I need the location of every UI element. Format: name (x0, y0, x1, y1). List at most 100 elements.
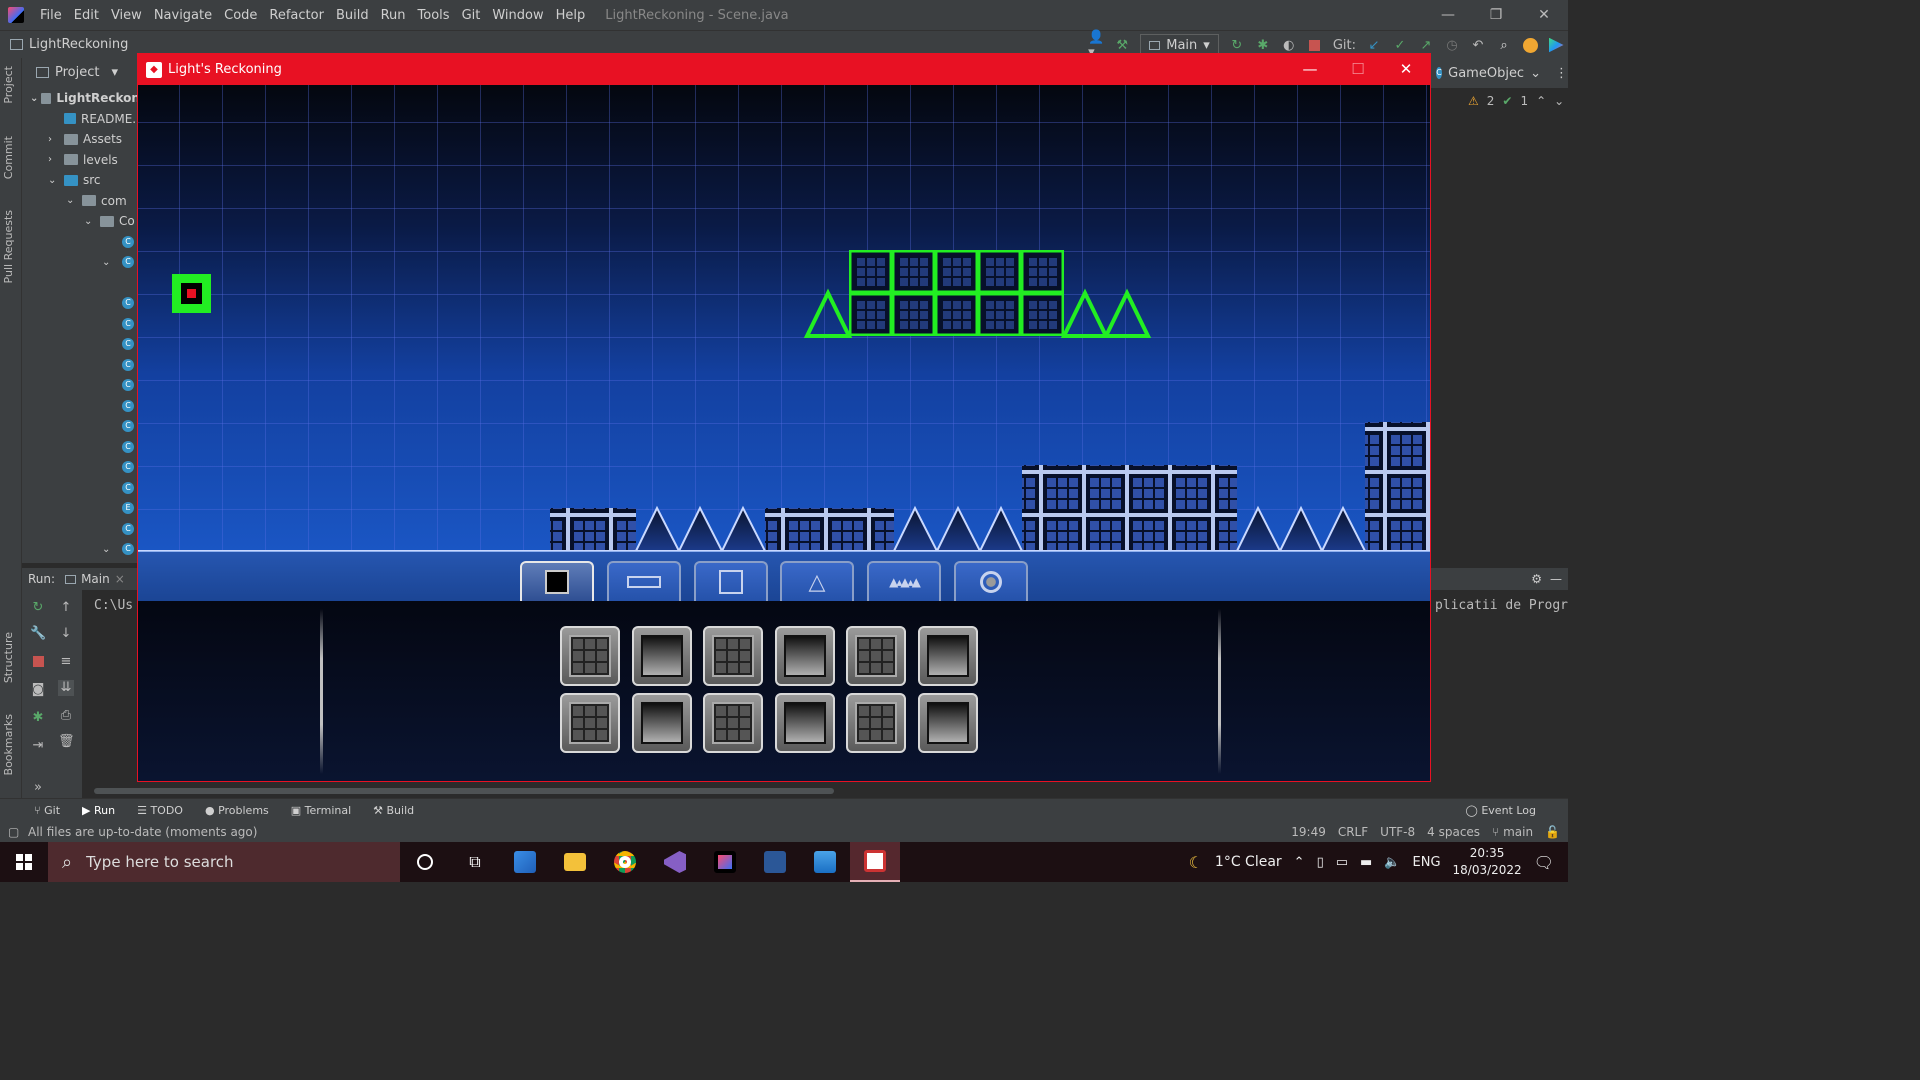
scroll-end-icon[interactable]: ⇊ (58, 680, 74, 696)
update-icon[interactable] (1522, 37, 1538, 53)
arrow-down-icon[interactable]: ↓ (58, 626, 74, 642)
menu-view[interactable]: View (105, 8, 148, 23)
game-maximize-button[interactable]: ☐ (1334, 54, 1382, 85)
menu-refactor[interactable]: Refactor (263, 8, 330, 23)
tree-item-class[interactable]: C (22, 293, 140, 314)
layout-icon[interactable]: ▢ (8, 825, 19, 839)
clock[interactable]: 20:35 18/03/2022 (1453, 845, 1522, 879)
taskbar-search[interactable]: ⌕ Type here to search (48, 842, 400, 882)
tree-item-class[interactable]: C (22, 232, 140, 253)
tab-todo[interactable]: ☰ TODO (137, 804, 183, 817)
tree-item-class[interactable] (22, 273, 140, 294)
print-icon[interactable]: ⎙ (58, 708, 74, 724)
tab-commit[interactable]: Commit (2, 136, 15, 179)
selected-objects[interactable] (803, 250, 1152, 338)
chevron-down-icon[interactable]: ⌄ (102, 544, 122, 555)
category-decor-button[interactable]: ▲▴▲▴▲ (867, 561, 941, 601)
structure-header[interactable]: C GameObjec ⌄ ⋮ (1430, 58, 1568, 88)
tab-event-log[interactable]: ◯ Event Log (1466, 804, 1536, 817)
game-window-titlebar[interactable]: ◆ Light's Reckoning — ☐ ✕ (138, 54, 1430, 85)
tree-item-class[interactable]: C (22, 519, 140, 540)
git-update-icon[interactable]: ↙ (1366, 37, 1382, 53)
gear-icon[interactable]: ⚙ (1531, 572, 1542, 586)
menu-help[interactable]: Help (550, 8, 592, 23)
chevron-down-icon[interactable]: ⌄ (1530, 66, 1541, 81)
tree-item-com[interactable]: ⌄ com (22, 191, 140, 212)
menu-window[interactable]: Window (486, 8, 549, 23)
chevron-right-icon[interactable]: › (48, 154, 64, 165)
tree-item-enum[interactable]: E (22, 498, 140, 519)
git-branch-status[interactable]: ⑂ main (1492, 825, 1533, 839)
tree-item-readme[interactable]: README. (22, 109, 140, 130)
menu-file[interactable]: File (34, 8, 68, 23)
tree-item-assets[interactable]: › Assets (22, 129, 140, 150)
rollback-icon[interactable]: ↶ (1470, 37, 1486, 53)
arrow-up-icon[interactable]: ↑ (58, 600, 74, 616)
tree-item-class[interactable]: C (22, 334, 140, 355)
history-icon[interactable]: ◷ (1444, 37, 1460, 53)
tree-item-class[interactable]: ⌄ C (22, 539, 140, 560)
lock-icon[interactable]: 🔓 (1545, 825, 1560, 839)
chevron-up-icon[interactable]: ⌃ (1536, 94, 1546, 108)
tab-terminal[interactable]: ▣ Terminal (291, 804, 351, 817)
rerun-icon[interactable]: ↻ (1229, 37, 1245, 53)
display-icon[interactable]: ▭ (1336, 855, 1348, 870)
git-commit-icon[interactable]: ✓ (1392, 37, 1408, 53)
inspection-widget[interactable]: ⚠ 2 ✔ 1 ⌃ ⌄ (1430, 88, 1568, 114)
taskbar-app-word[interactable] (750, 842, 800, 882)
more-icon[interactable]: ⋮ (1555, 66, 1568, 81)
tree-item-class[interactable]: C (22, 437, 140, 458)
trash-icon[interactable]: 🗑 (58, 734, 75, 750)
line-separator[interactable]: CRLF (1338, 825, 1368, 839)
volume-icon[interactable]: 🔈 (1384, 855, 1400, 870)
language-indicator[interactable]: ENG (1413, 855, 1441, 870)
tab-git[interactable]: ⑂ Git (34, 804, 60, 817)
ide-close-button[interactable]: ✕ (1520, 0, 1568, 30)
tree-item-package[interactable]: ⌄ Co (22, 211, 140, 232)
hide-icon[interactable]: — (1550, 572, 1562, 586)
taskbar-app-chrome[interactable] (600, 842, 650, 882)
menu-edit[interactable]: Edit (68, 8, 105, 23)
tree-item-class[interactable]: C (22, 375, 140, 396)
taskbar-app-visualstudio[interactable] (650, 842, 700, 882)
notifications-icon[interactable]: 🗨 (1534, 853, 1554, 872)
category-outline-button[interactable] (694, 561, 768, 601)
category-spikes-button[interactable]: △ (780, 561, 854, 601)
palette-block-grid[interactable] (560, 626, 620, 686)
toolbox-icon[interactable] (1548, 37, 1564, 53)
tree-item-class[interactable]: ⌄ C (22, 252, 140, 273)
console-hscrollbar[interactable] (94, 788, 834, 794)
tree-item-class[interactable]: C (22, 355, 140, 376)
tree-item-levels[interactable]: › levels (22, 150, 140, 171)
exit-icon[interactable]: ⇥ (30, 738, 46, 754)
chevron-right-icon[interactable]: › (48, 134, 64, 145)
tab-pull-requests[interactable]: Pull Requests (2, 210, 15, 283)
palette-block-grid[interactable] (846, 693, 906, 753)
git-push-icon[interactable]: ↗ (1418, 37, 1434, 53)
menu-build[interactable]: Build (330, 8, 375, 23)
tab-build[interactable]: ⚒ Build (373, 804, 414, 817)
taskbar-app-game[interactable] (850, 842, 900, 882)
palette-block-plain[interactable] (775, 693, 835, 753)
tree-item-class[interactable]: C (22, 416, 140, 437)
game-minimize-button[interactable]: — (1286, 54, 1334, 85)
more-icon[interactable]: » (30, 780, 46, 796)
camera-icon[interactable]: ◙ (30, 682, 46, 698)
palette-block-plain[interactable] (775, 626, 835, 686)
chevron-down-icon[interactable]: ⌄ (1554, 94, 1564, 108)
chevron-down-icon[interactable]: ⌄ (102, 257, 122, 268)
search-icon[interactable]: ⌕ (1496, 37, 1512, 53)
palette-block-plain[interactable] (632, 693, 692, 753)
user-icon[interactable]: 👤▾ (1088, 30, 1104, 60)
build-hammer-icon[interactable]: ⚒ (1114, 37, 1130, 53)
battery-icon[interactable]: ▬ (1360, 855, 1372, 870)
taskbar-app-explorer[interactable] (550, 842, 600, 882)
soft-wrap-icon[interactable]: ≡ (58, 654, 74, 670)
palette-block-grid[interactable] (703, 693, 763, 753)
menu-code[interactable]: Code (218, 8, 263, 23)
tab-bookmarks[interactable]: Bookmarks (2, 714, 15, 775)
palette-block-plain[interactable] (632, 626, 692, 686)
tree-item-class[interactable]: C (22, 314, 140, 335)
task-view-button[interactable]: ⧉ (450, 842, 500, 882)
tab-project[interactable]: Project (2, 66, 15, 104)
